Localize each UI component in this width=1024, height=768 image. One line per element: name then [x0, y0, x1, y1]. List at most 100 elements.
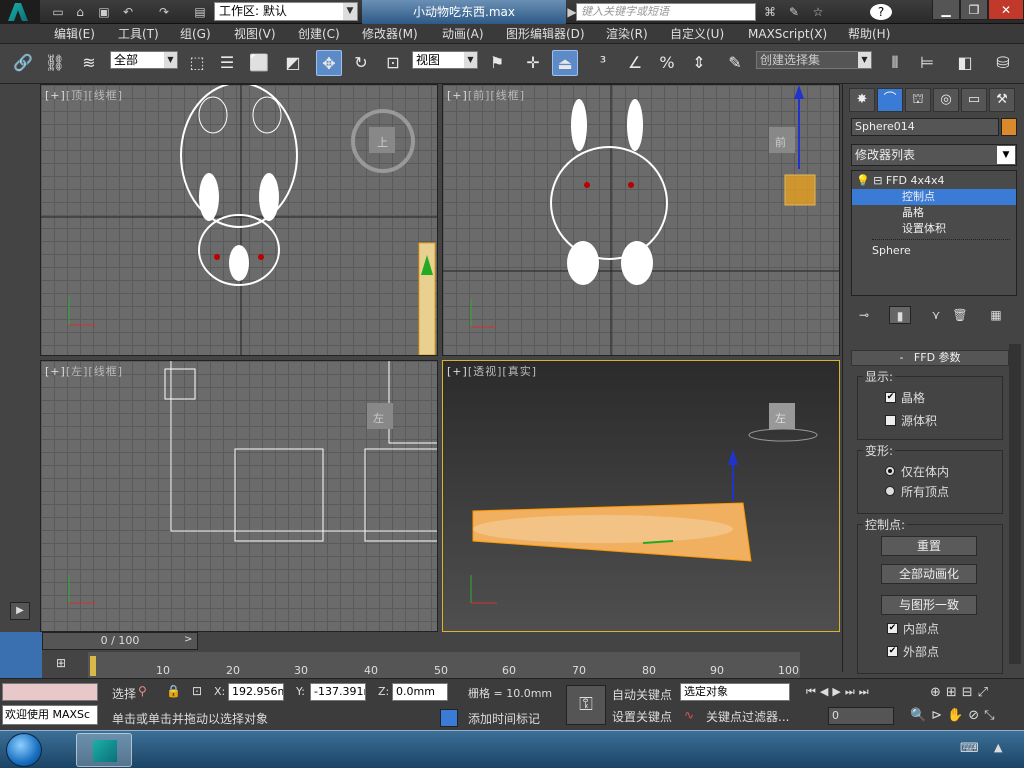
time-tag-icon[interactable] — [440, 709, 458, 727]
app-menu-button[interactable] — [0, 0, 40, 24]
inside-points-checkbox[interactable]: ✔ — [887, 623, 898, 634]
menu-tools[interactable]: 工具(T) — [118, 26, 159, 42]
vp-view[interactable]: [顶] — [66, 89, 89, 102]
vp-view[interactable]: [透视] — [468, 365, 503, 378]
vp-shading[interactable]: [真实] — [502, 365, 537, 378]
viewport-nav-controls-2[interactable]: 🔍⊳✋⊘⤡ — [910, 708, 1000, 723]
only-in-volume-radio[interactable] — [885, 466, 895, 476]
all-vertices-radio[interactable] — [885, 486, 895, 496]
vp-plus[interactable]: [+] — [45, 89, 66, 102]
help-icon[interactable]: ? — [870, 4, 892, 20]
remove-modifier-icon[interactable]: 🗑 — [949, 306, 971, 324]
viewport-front-label[interactable]: [+][前][线框] — [447, 87, 525, 103]
show-end-result-icon[interactable]: ▮ — [889, 306, 911, 324]
make-unique-icon[interactable]: ⋎ — [925, 306, 947, 324]
object-color-swatch[interactable] — [1001, 118, 1017, 136]
time-slider-thumb[interactable] — [90, 656, 96, 676]
key-icon[interactable]: ⚿ — [566, 685, 606, 725]
conform-to-shape-button[interactable]: 与图形一致 — [881, 595, 977, 615]
restore-button[interactable]: ❐ — [960, 0, 988, 20]
scale-icon[interactable]: ⊡ — [380, 50, 406, 76]
z-coord-field[interactable]: 0.0mm — [392, 683, 448, 701]
menu-edit[interactable]: 编辑(E) — [54, 26, 95, 42]
workspace-select[interactable]: 工作区: 默认 ▼ — [214, 2, 358, 21]
snap-3d-icon[interactable]: ³ — [590, 50, 616, 76]
vp-view[interactable]: [左] — [66, 365, 89, 378]
viewport-layout-icon[interactable] — [0, 632, 42, 678]
vp-plus[interactable]: [+] — [45, 365, 66, 378]
bind-space-warp-icon[interactable]: ≋ — [76, 50, 102, 76]
maxscript-welcome[interactable]: 欢迎使用 MAXSc — [2, 705, 98, 725]
search-input[interactable]: 键入关键字或短语 — [576, 3, 756, 21]
time-slider[interactable]: 0 / 100 — [42, 632, 198, 650]
panel-scrollbar[interactable] — [1009, 344, 1021, 664]
maxscript-listener-pink[interactable] — [2, 683, 98, 701]
pin-stack-icon[interactable]: ⊸ — [853, 306, 875, 324]
menu-group[interactable]: 组(G) — [180, 26, 211, 42]
render-setup-icon[interactable]: ⛁ — [990, 50, 1016, 76]
favorites-star-icon[interactable]: ☆ — [810, 4, 826, 20]
taskbar-3dsmax[interactable] — [76, 733, 132, 767]
undo-icon[interactable]: ↶ — [120, 4, 136, 20]
reset-button[interactable]: 重置 — [881, 536, 977, 556]
move-icon[interactable]: ✥ — [316, 50, 342, 76]
menu-help[interactable]: 帮助(H) — [848, 26, 890, 42]
key-filters-label[interactable]: 关键点过滤器... — [706, 708, 789, 725]
stack-item-sphere[interactable]: Sphere — [852, 243, 1016, 259]
percent-snap-icon[interactable]: % — [654, 50, 680, 76]
tray-expand-icon[interactable]: ▲ — [994, 741, 1002, 754]
link-icon[interactable]: 🔗 — [10, 50, 36, 76]
stack-item-control-points[interactable]: 控制点 — [852, 189, 1016, 205]
modify-tab-icon[interactable]: ⌒ — [877, 88, 903, 112]
rect-selection-icon[interactable]: ⬜ — [246, 50, 272, 76]
play-arrow-icon[interactable]: ▶ — [10, 602, 30, 620]
keyboard-tray-icon[interactable]: ⌨ — [960, 741, 979, 756]
edit-named-selection-icon[interactable]: ✎ — [722, 50, 748, 76]
window-crossing-icon[interactable]: ◩ — [280, 50, 306, 76]
current-frame-field[interactable]: 0 — [828, 707, 894, 725]
lattice-checkbox[interactable]: ✔ — [885, 392, 896, 403]
mirror-icon[interactable]: ⫴ — [882, 50, 908, 76]
minimize-button[interactable]: ▁ — [932, 0, 960, 20]
redo-icon[interactable]: ↷ — [156, 4, 172, 20]
align-icon[interactable]: ⊨ — [914, 50, 940, 76]
key-mode-select[interactable]: 选定对象 — [680, 683, 790, 701]
stack-item-set-volume[interactable]: 设置体积 — [852, 221, 1016, 237]
menu-maxscript[interactable]: MAXScript(X) — [748, 26, 827, 42]
new-file-icon[interactable]: ▭ — [50, 4, 66, 20]
viewport-top-label[interactable]: [+][顶][线框] — [45, 87, 123, 103]
add-time-tag-label[interactable]: 添加时间标记 — [468, 710, 540, 727]
vp-plus[interactable]: [+] — [447, 89, 468, 102]
stack-item-lattice[interactable]: 晶格 — [852, 205, 1016, 221]
menu-modifiers[interactable]: 修改器(M) — [362, 26, 418, 42]
menu-rendering[interactable]: 渲染(R) — [606, 26, 648, 42]
utilities-tab-icon[interactable]: ⚒ — [989, 88, 1015, 112]
angle-snap-icon[interactable]: ∠ — [622, 50, 648, 76]
layer-manager-icon[interactable]: ◧ — [952, 50, 978, 76]
auto-key-label[interactable]: 自动关键点 — [612, 686, 672, 703]
menu-view[interactable]: 视图(V) — [234, 26, 276, 42]
absolute-mode-icon[interactable]: ⊡ — [192, 684, 202, 698]
unlink-icon[interactable]: ⛓ — [42, 50, 68, 76]
configure-sets-icon[interactable]: ▦ — [985, 306, 1007, 324]
motion-tab-icon[interactable]: ◎ — [933, 88, 959, 112]
project-folder-icon[interactable]: ▤ — [192, 4, 208, 20]
rotate-icon[interactable]: ↻ — [348, 50, 374, 76]
display-tab-icon[interactable]: ▭ — [961, 88, 987, 112]
menu-graph-editors[interactable]: 图形编辑器(D) — [506, 26, 585, 42]
x-coord-field[interactable]: 192.956mm — [228, 683, 284, 701]
modifier-list-select[interactable]: 修改器列表 ▼ — [851, 144, 1017, 166]
ffd-params-rollout[interactable]: - FFD 参数 — [851, 350, 1009, 366]
isolate-icon[interactable]: ⚲ — [138, 684, 147, 698]
menu-animation[interactable]: 动画(A) — [442, 26, 484, 42]
next-frame-arrow-icon[interactable]: > — [184, 634, 194, 648]
stack-item-ffd[interactable]: 💡 ⊟ FFD 4x4x4 — [852, 173, 1016, 189]
viewport-top[interactable]: 上 [+][顶][线框] — [40, 84, 438, 356]
close-button[interactable]: ✕ — [988, 0, 1024, 20]
lock-icon[interactable]: 🔒 — [166, 684, 181, 698]
set-key-label[interactable]: 设置关键点 — [612, 708, 672, 725]
hierarchy-tab-icon[interactable]: ⛫ — [905, 88, 931, 112]
binoculars-icon[interactable]: ⌘ — [762, 4, 778, 20]
vp-view[interactable]: [前] — [468, 89, 491, 102]
viewport-left[interactable]: 左 [+][左][线框] — [40, 360, 438, 632]
